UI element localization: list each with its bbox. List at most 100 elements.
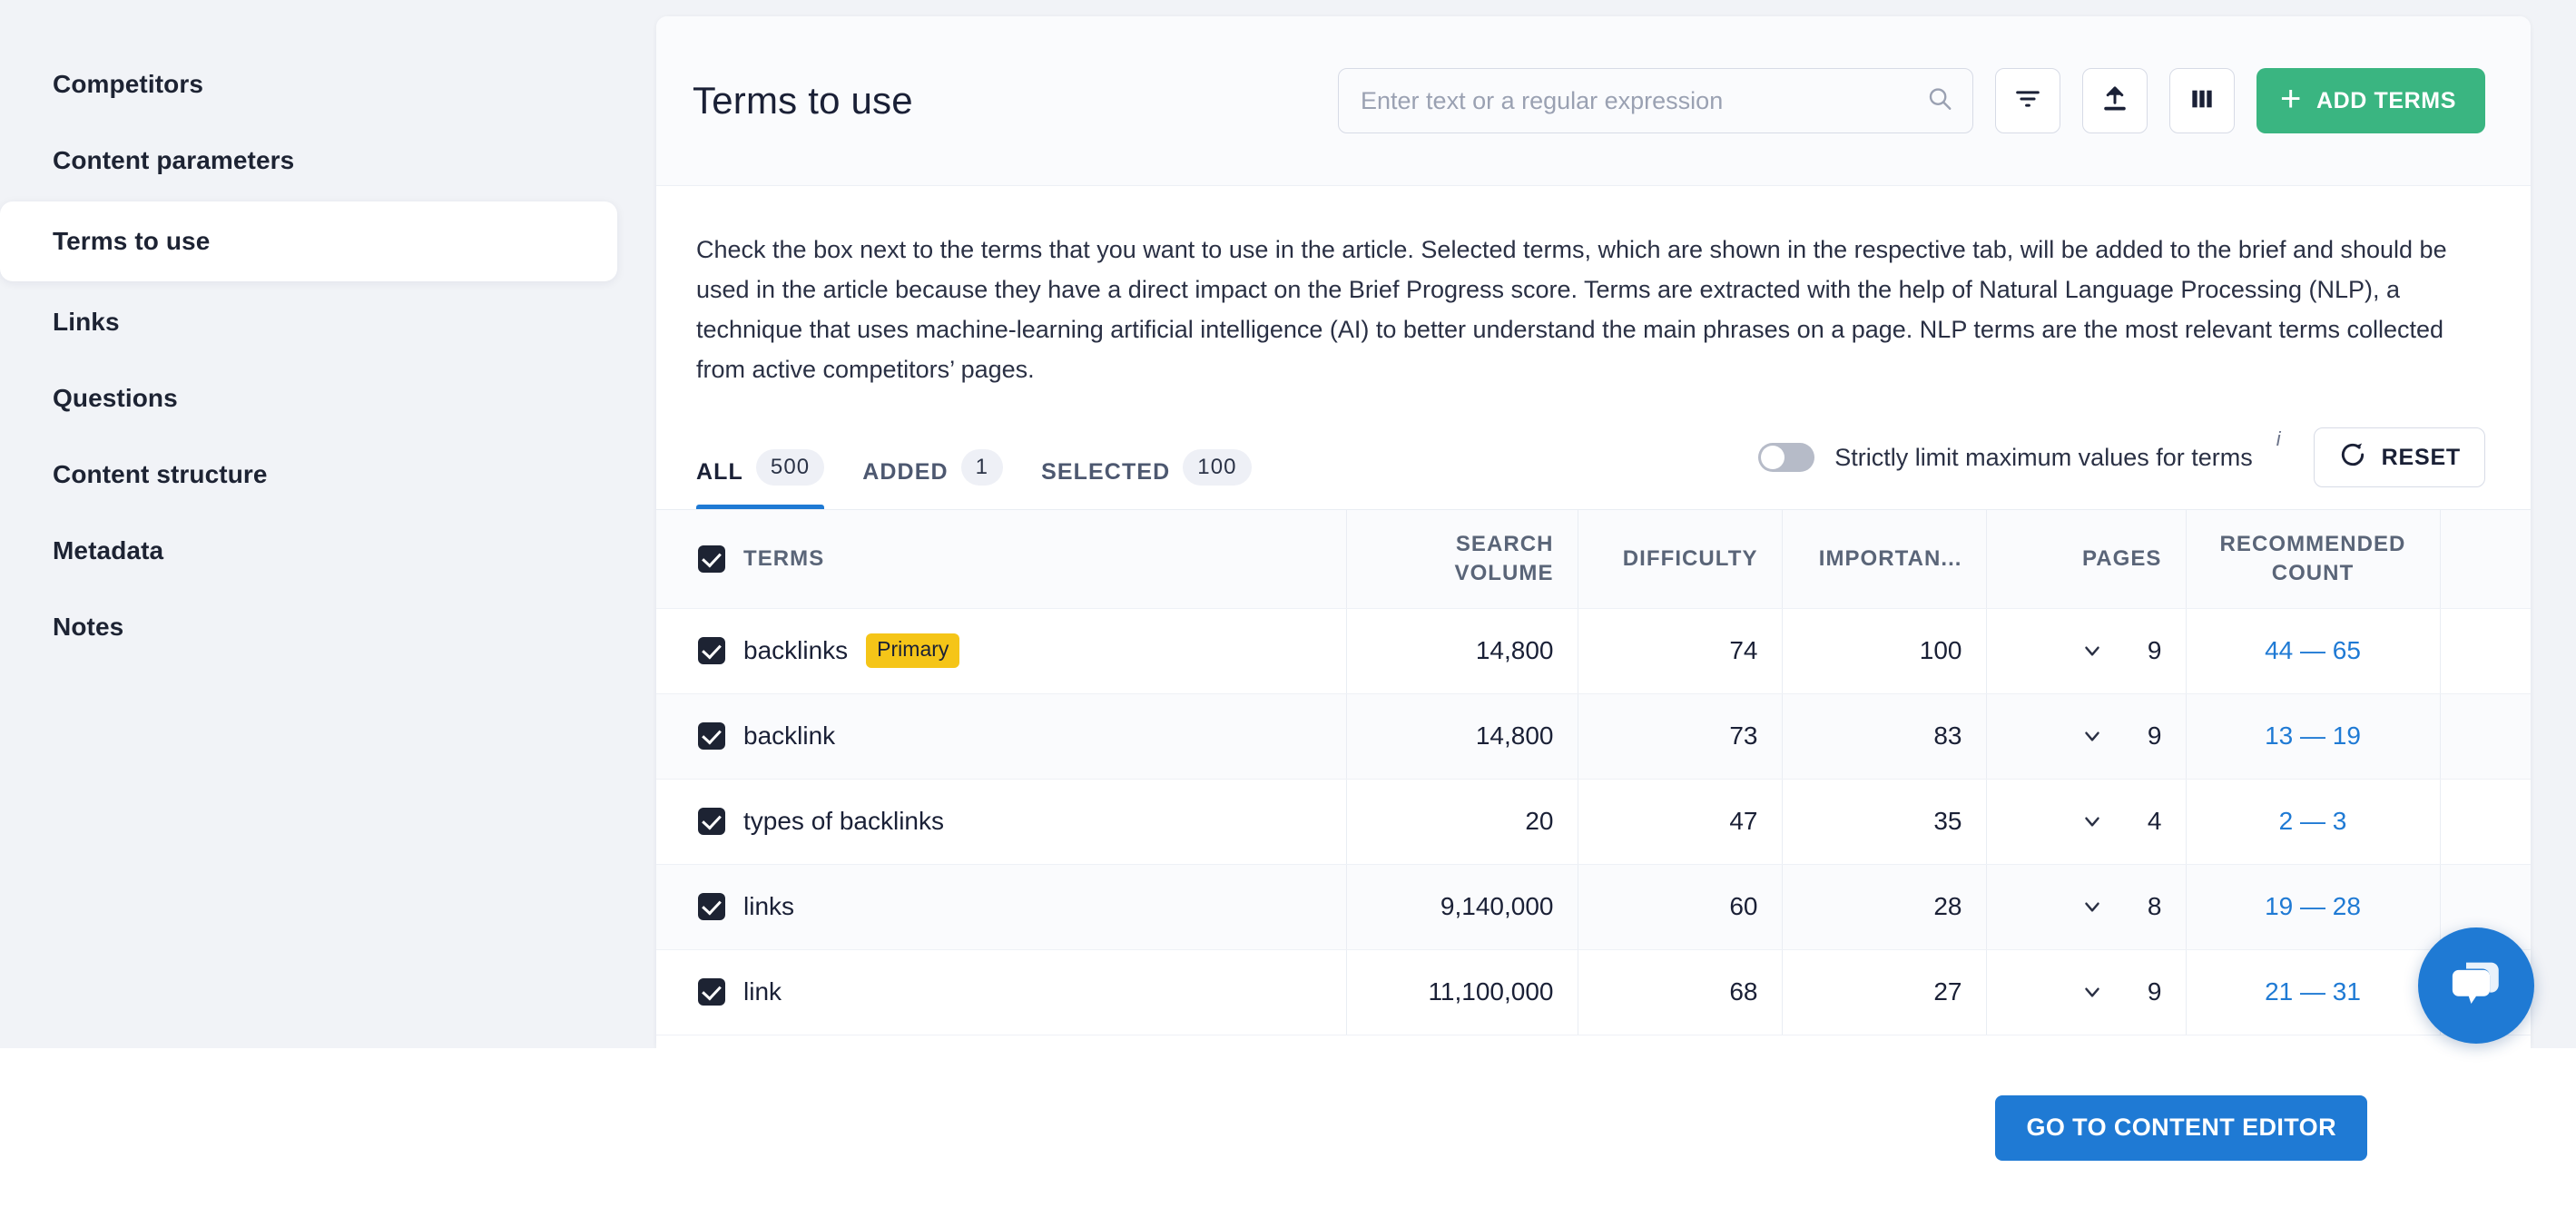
- refresh-icon: [2338, 440, 2367, 476]
- chevron-down-icon[interactable]: [2080, 980, 2104, 1004]
- column-header-terms[interactable]: TERMS: [656, 510, 1347, 609]
- header-toolbar: + ADD TERMS: [1338, 68, 2485, 133]
- upload-button[interactable]: [2082, 68, 2148, 133]
- filter-button[interactable]: [1995, 68, 2061, 133]
- column-header-difficulty[interactable]: DIFFICULTY: [1578, 510, 1783, 609]
- row-checkbox[interactable]: [698, 637, 725, 664]
- recommended-count-link[interactable]: 44 — 65: [2265, 636, 2361, 664]
- tab-count: 100: [1183, 449, 1252, 486]
- cell-pages: 4: [1986, 779, 2187, 865]
- chat-widget-button[interactable]: [2418, 927, 2534, 1044]
- cell-pages: 8: [1986, 864, 2187, 950]
- tab-added[interactable]: ADDED 1: [862, 409, 1004, 509]
- cell-pages: 9: [1986, 949, 2187, 1035]
- cell-cc: 3: [2440, 608, 2531, 694]
- cell-term: link: [656, 949, 1347, 1035]
- sidebar-item-questions[interactable]: Questions: [0, 363, 617, 434]
- table-row[interactable]: links 9,140,000 60 28 8 19 — 28: [656, 864, 2531, 950]
- search-input[interactable]: [1338, 68, 1974, 133]
- sidebar-item-label: Metadata: [53, 536, 164, 564]
- panel-description: Check the box next to the terms that you…: [696, 236, 2447, 383]
- cell-term: backlink: [656, 693, 1347, 780]
- column-header-search-volume[interactable]: SEARCH VOLUME: [1346, 510, 1578, 609]
- cell-search-volume: 9,140,000: [1346, 864, 1578, 950]
- row-checkbox[interactable]: [698, 978, 725, 1006]
- table-controls: Strictly limit maximum values for terms …: [1758, 427, 2485, 509]
- cell-importance: 100: [1782, 608, 1987, 694]
- filter-icon: [2012, 83, 2043, 119]
- add-terms-button[interactable]: + ADD TERMS: [2256, 68, 2485, 133]
- cell-recommended-count: 44 — 65: [2186, 608, 2441, 694]
- table-row[interactable]: link 11,100,000 68 27 9 21 — 31: [656, 949, 2531, 1035]
- sidebar-item-competitors[interactable]: Competitors: [0, 49, 617, 120]
- toggle-knob: [1761, 446, 1785, 469]
- pages-value: 4: [2147, 807, 2162, 835]
- cell-pages: 9: [1986, 693, 2187, 780]
- chevron-down-icon[interactable]: [2080, 724, 2104, 748]
- cell-importance: 35: [1782, 779, 1987, 865]
- tab-label: ADDED: [862, 459, 949, 485]
- row-checkbox[interactable]: [698, 893, 725, 920]
- primary-badge: Primary: [866, 633, 960, 668]
- column-header-pages[interactable]: PAGES: [1986, 510, 2187, 609]
- tab-all[interactable]: ALL 500: [696, 409, 825, 509]
- info-icon[interactable]: i: [2276, 427, 2281, 451]
- cell-difficulty: 74: [1578, 608, 1783, 694]
- table-head: TERMS SEARCH VOLUME DIFFICULTY IMPORTAN.…: [656, 510, 2531, 609]
- recommended-count-link[interactable]: 13 — 19: [2265, 721, 2361, 750]
- cell-term: types of backlinks: [656, 779, 1347, 865]
- reset-button[interactable]: RESET: [2313, 427, 2485, 487]
- cell-pages: 9: [1986, 608, 2187, 694]
- table-header-row: TERMS SEARCH VOLUME DIFFICULTY IMPORTAN.…: [656, 510, 2531, 609]
- recommended-count-link[interactable]: 2 — 3: [2279, 807, 2347, 835]
- recommended-count-link[interactable]: 19 — 28: [2265, 892, 2361, 920]
- term-label: backlink: [743, 721, 836, 750]
- terms-table-scroll[interactable]: TERMS SEARCH VOLUME DIFFICULTY IMPORTAN.…: [656, 509, 2531, 1048]
- columns-button[interactable]: [2169, 68, 2236, 133]
- add-terms-label: ADD TERMS: [2315, 87, 2456, 113]
- cell-search-volume: 11,100,000: [1346, 949, 1578, 1035]
- terms-table: TERMS SEARCH VOLUME DIFFICULTY IMPORTAN.…: [656, 510, 2531, 1035]
- cell-term: links: [656, 864, 1347, 950]
- column-header-recommended-count[interactable]: RECOMMENDED COUNT: [2186, 510, 2441, 609]
- sidebar-item-terms-to-use[interactable]: Terms to use: [0, 201, 617, 281]
- table-row[interactable]: backlink 14,800 73 83 9 13 — 19: [656, 693, 2531, 780]
- cell-importance: 27: [1782, 949, 1987, 1035]
- chevron-down-icon[interactable]: [2080, 639, 2104, 662]
- column-header-label: TERMS: [743, 545, 825, 571]
- tab-selected[interactable]: SELECTED 100: [1041, 409, 1252, 509]
- strict-limit-label: Strictly limit maximum values for terms: [1834, 443, 2253, 471]
- sidebar-item-links[interactable]: Links: [0, 287, 617, 358]
- row-checkbox[interactable]: [698, 808, 725, 835]
- pages-value: 8: [2147, 892, 2162, 920]
- sidebar: Competitors Content parameters Terms to …: [0, 0, 656, 1048]
- strict-limit-toggle[interactable]: [1758, 443, 1815, 472]
- sidebar-item-content-structure[interactable]: Content structure: [0, 439, 617, 510]
- sidebar-item-notes[interactable]: Notes: [0, 592, 617, 662]
- cell-recommended-count: 2 — 3: [2186, 779, 2441, 865]
- cell-cc: 1: [2440, 693, 2531, 780]
- sidebar-item-content-parameters[interactable]: Content parameters: [0, 125, 617, 196]
- column-header-cc[interactable]: CC: [2440, 510, 2531, 609]
- tab-count: 1: [960, 449, 1004, 486]
- chevron-down-icon[interactable]: [2080, 810, 2104, 833]
- term-label: types of backlinks: [743, 807, 944, 835]
- sidebar-item-metadata[interactable]: Metadata: [0, 515, 617, 586]
- recommended-count-link[interactable]: 21 — 31: [2265, 977, 2361, 1006]
- cell-search-volume: 14,800: [1346, 608, 1578, 694]
- column-header-importance[interactable]: IMPORTAN...: [1782, 510, 1987, 609]
- table-row[interactable]: backlinks Primary 14,800 74 100 9 44 — 6…: [656, 608, 2531, 694]
- sidebar-item-label: Content parameters: [53, 146, 295, 174]
- search-box: [1338, 68, 1974, 133]
- cell-importance: 28: [1782, 864, 1987, 950]
- tab-label: ALL: [696, 459, 743, 485]
- cell-difficulty: 60: [1578, 864, 1783, 950]
- tab-count: 500: [755, 449, 825, 486]
- select-all-checkbox[interactable]: [698, 545, 725, 573]
- table-row[interactable]: types of backlinks 20 47 35 4 2 — 3: [656, 779, 2531, 865]
- sidebar-item-label: Terms to use: [53, 227, 211, 255]
- go-to-content-editor-button[interactable]: GO TO CONTENT EDITOR: [1995, 1094, 2367, 1161]
- pages-value: 9: [2147, 977, 2162, 1006]
- row-checkbox[interactable]: [698, 722, 725, 750]
- chevron-down-icon[interactable]: [2080, 895, 2104, 918]
